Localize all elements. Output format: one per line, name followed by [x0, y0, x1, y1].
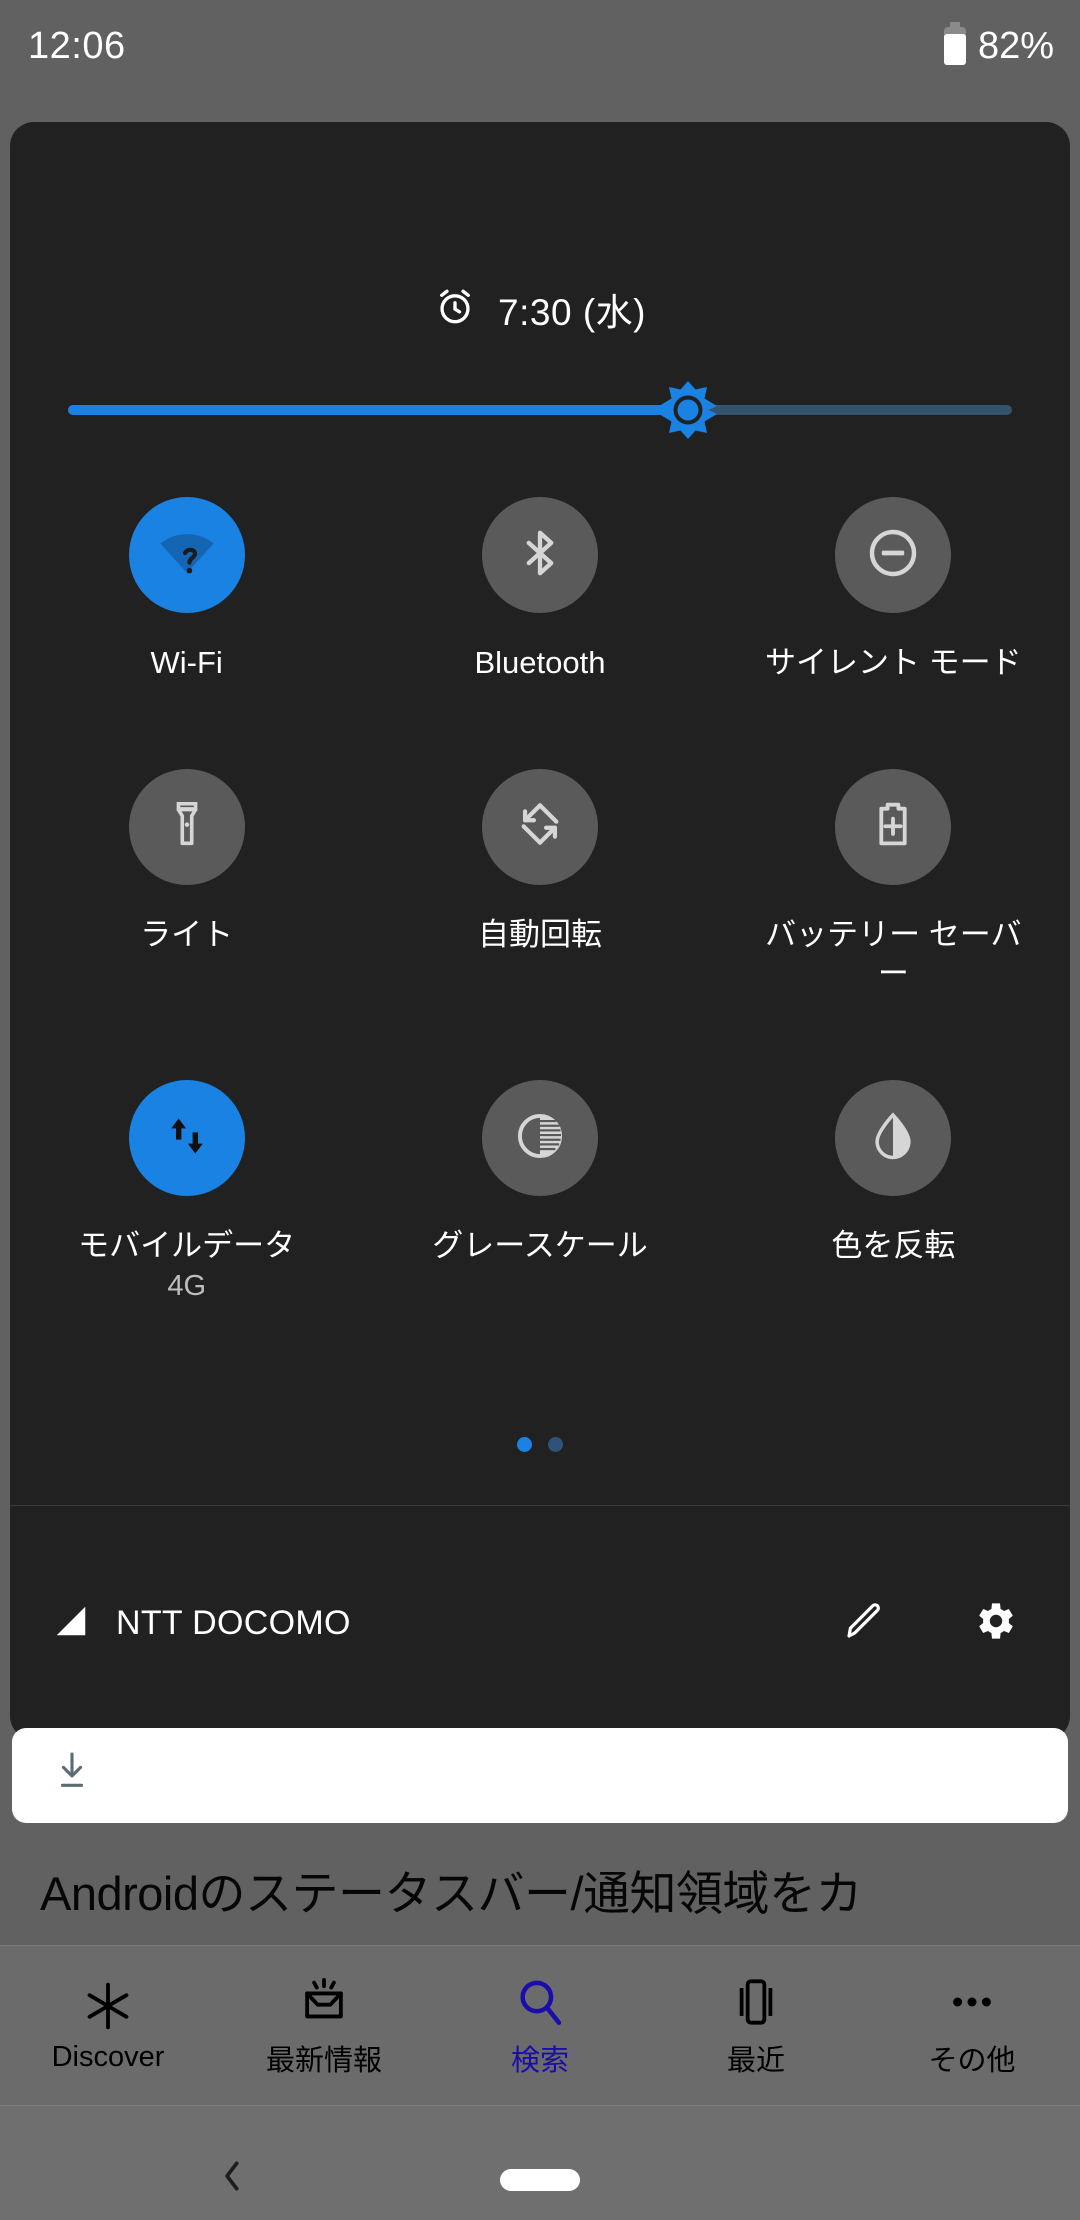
mobile-data-icon — [160, 1109, 214, 1168]
tab-more[interactable]: その他 — [864, 1973, 1080, 2079]
pencil-edit-icon[interactable] — [840, 1597, 888, 1650]
tile-battery-saver-circle[interactable] — [835, 768, 952, 885]
overflow-icon — [945, 1973, 999, 2029]
do-not-disturb-icon — [865, 525, 921, 586]
quick-settings-footer: NTT DOCOMO — [10, 1506, 1070, 1740]
page-indicator — [10, 1437, 1070, 1452]
status-bar: 12:06 82% — [0, 0, 1080, 88]
tile-mobile-data-circle[interactable] — [128, 1080, 245, 1197]
footer-actions — [840, 1597, 1018, 1650]
brightness-fill — [68, 405, 683, 415]
tab-search-label: 検索 — [510, 2044, 569, 2077]
tile-flashlight-label: ライト — [140, 916, 234, 952]
status-right-cluster: 82% — [942, 22, 1054, 71]
grayscale-icon — [512, 1108, 568, 1169]
wifi-question-icon — [158, 524, 216, 587]
tile-bluetooth-circle[interactable] — [481, 497, 598, 613]
tile-flashlight-circle[interactable] — [128, 768, 245, 885]
status-clock: 12:06 — [28, 25, 126, 67]
tile-grayscale[interactable]: グレースケール — [363, 1080, 716, 1303]
tab-recent-label: 最近 — [726, 2044, 785, 2077]
tile-battery-saver[interactable]: バッテリー セーバー — [717, 768, 1070, 994]
invert-colors-icon — [865, 1108, 921, 1169]
brightness-slider[interactable] — [68, 380, 1012, 440]
asterisk-icon — [81, 1977, 135, 2033]
tile-mobile-data-sub: 4G — [167, 1269, 206, 1302]
download-arrow-icon — [52, 1750, 92, 1801]
android-nav-bar — [0, 2105, 1080, 2220]
app-tab-bar: Discover 最新情報 検索 最近 その他 — [0, 1945, 1080, 2105]
flashlight-icon — [160, 797, 214, 856]
tile-auto-rotate-circle[interactable] — [481, 768, 598, 885]
brightness-sun-icon[interactable] — [658, 380, 718, 440]
inbox-icon — [297, 1973, 351, 2029]
signal-bar-icon — [52, 1602, 90, 1645]
tile-auto-rotate[interactable]: 自動回転 — [363, 768, 716, 994]
battery-percent: 82% — [977, 25, 1054, 67]
carrier-info: NTT DOCOMO — [52, 1602, 351, 1645]
home-pill-icon[interactable] — [500, 2169, 580, 2191]
alarm-clock-icon — [434, 286, 476, 333]
quick-settings-panel: 7:30 (水) Wi-Fi Bluetooth サイレント モード ライト 自… — [10, 122, 1070, 1740]
tile-grayscale-circle[interactable] — [481, 1080, 598, 1197]
tab-updates[interactable]: 最新情報 — [216, 1973, 432, 2079]
tile-wifi[interactable]: Wi-Fi — [10, 497, 363, 683]
tile-grayscale-label: グレースケール — [432, 1228, 648, 1264]
carrier-name: NTT DOCOMO — [116, 1603, 351, 1642]
alarm-time: 7:30 (水) — [498, 292, 646, 333]
download-notification[interactable] — [12, 1728, 1068, 1823]
tile-silent-mode[interactable]: サイレント モード — [717, 497, 1070, 683]
back-chevron-icon[interactable] — [212, 2156, 252, 2196]
tab-search[interactable]: 検索 — [432, 1973, 648, 2079]
tab-discover[interactable]: Discover — [0, 1977, 216, 2074]
bluetooth-icon — [513, 526, 567, 585]
tile-bluetooth-label: Bluetooth — [474, 645, 606, 680]
gear-icon[interactable] — [970, 1597, 1018, 1650]
tile-wifi-circle[interactable] — [128, 497, 245, 613]
tile-silent-mode-label: サイレント モード — [765, 645, 1022, 680]
tile-auto-rotate-label: 自動回転 — [477, 916, 602, 952]
tile-invert-colors-label: 色を反転 — [831, 1228, 956, 1264]
tile-bluetooth[interactable]: Bluetooth — [363, 497, 716, 683]
quick-settings-grid: Wi-Fi Bluetooth サイレント モード ライト 自動回転 バッテリー… — [10, 497, 1070, 1303]
tile-battery-saver-label: バッテリー セーバー — [765, 916, 1022, 992]
page-dot-1[interactable] — [517, 1437, 532, 1452]
tab-updates-label: 最新情報 — [265, 2044, 382, 2077]
tile-wifi-label: Wi-Fi — [150, 645, 223, 680]
tab-discover-label: Discover — [51, 2041, 165, 2073]
tile-mobile-data[interactable]: モバイルデータ 4G — [10, 1080, 363, 1303]
alarm-status[interactable]: 7:30 (水) — [10, 282, 1070, 336]
tile-flashlight[interactable]: ライト — [10, 768, 363, 994]
search-icon — [513, 1973, 567, 2029]
tile-invert-colors[interactable]: 色を反転 — [717, 1080, 1070, 1303]
auto-rotate-icon — [512, 796, 568, 857]
tab-more-label: その他 — [928, 2044, 1016, 2077]
phone-screen: Androidのステータスバー/通知領域をカ 12:06 82% — [0, 0, 1080, 2220]
battery-icon — [942, 22, 968, 71]
tile-silent-mode-circle[interactable] — [835, 497, 952, 613]
tile-mobile-data-label: モバイルデータ — [78, 1228, 296, 1264]
tab-recent[interactable]: 最近 — [648, 1973, 864, 2079]
tabs-icon — [729, 1973, 783, 2029]
page-dot-2[interactable] — [548, 1437, 563, 1452]
battery-saver-icon — [866, 797, 920, 856]
tile-invert-colors-circle[interactable] — [835, 1080, 952, 1197]
